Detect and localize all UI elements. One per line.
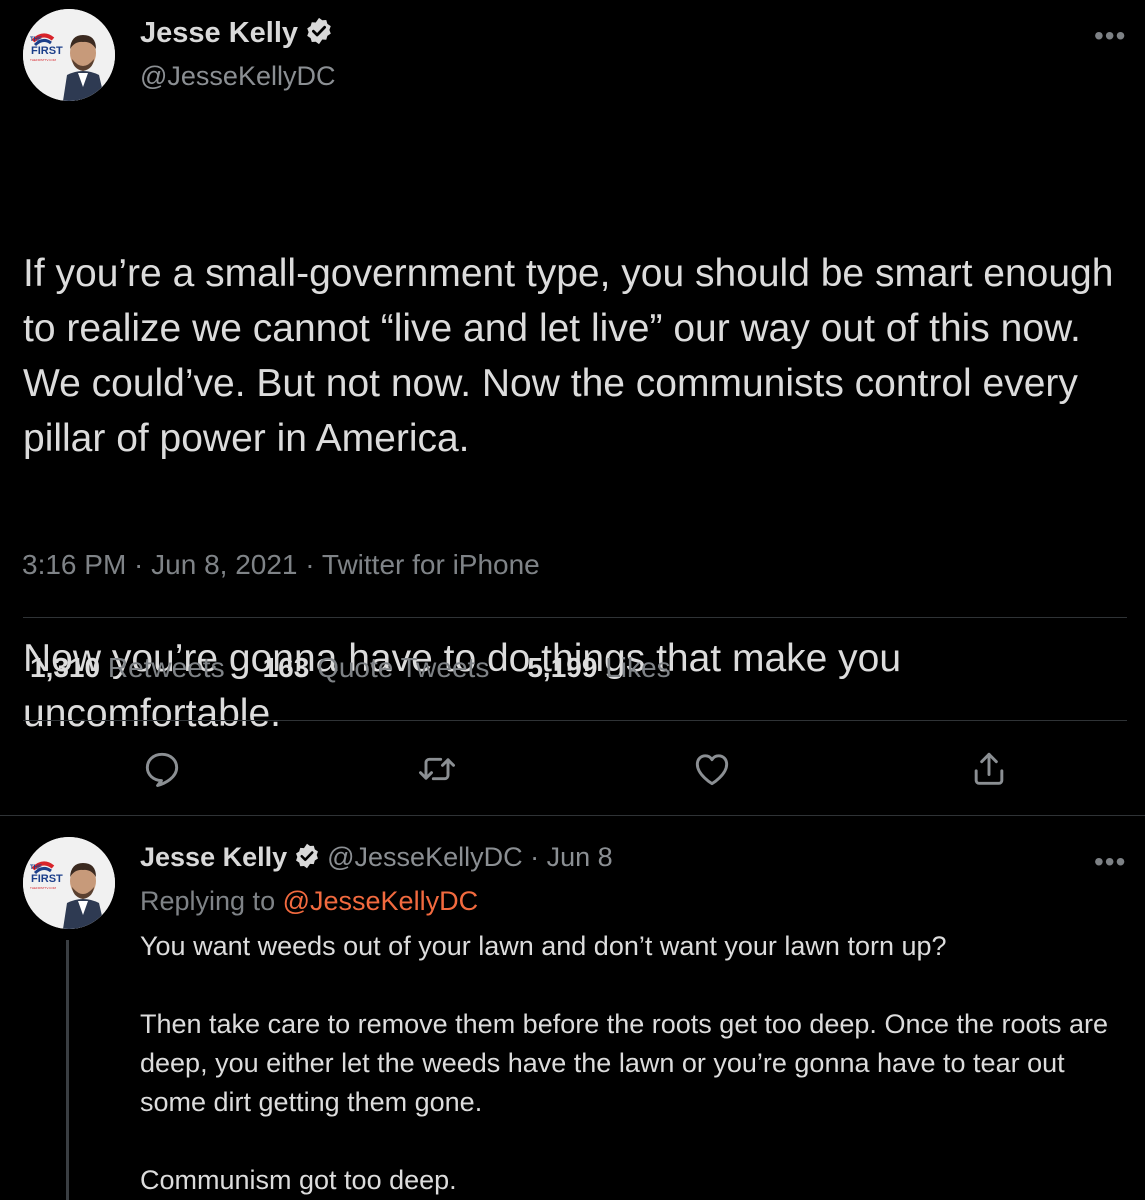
quote-tweets-stat[interactable]: 163 Quote Tweets <box>263 652 490 684</box>
quote-tweets-count: 163 <box>262 652 310 683</box>
logo-line-1: THE <box>30 865 42 871</box>
author-block[interactable]: Jesse Kelly @JesseKellyDC <box>140 16 335 92</box>
reply-author-avatar[interactable]: THE FIRST THEFIRSTTV.COM <box>23 837 115 929</box>
quote-tweets-label: Quote Tweets <box>317 652 490 683</box>
divider <box>23 617 1127 618</box>
reply-icon[interactable] <box>140 747 184 791</box>
retweets-count: 1,310 <box>30 652 101 683</box>
thread-line <box>66 940 69 1200</box>
logo-line-3: THEFIRSTTV.COM <box>30 58 57 62</box>
engagement-stats: 1,310 Retweets 163 Quote Tweets 5,199 Like… <box>30 652 709 684</box>
logo-line-3: THEFIRSTTV.COM <box>30 886 57 890</box>
logo-line-1: THE <box>30 37 42 43</box>
tweet-text: If you’re a small-government type, you s… <box>23 136 1133 796</box>
author-avatar[interactable]: THE FIRST THEFIRSTTV.COM <box>23 9 115 101</box>
tweet-paragraph: Now you’re gonna have to do things that … <box>23 637 912 735</box>
reply-author-name[interactable]: Jesse Kelly <box>140 842 287 872</box>
retweets-label: Retweets <box>107 652 225 683</box>
tweet-paragraph: If you’re a small-government type, you s… <box>23 252 1125 460</box>
reply-paragraph: Communism got too deep. <box>140 1165 457 1195</box>
retweet-icon[interactable] <box>415 747 459 791</box>
logo-line-2: FIRST <box>31 873 63 885</box>
replying-prefix: Replying to <box>140 886 276 916</box>
divider <box>0 815 1145 816</box>
reply-paragraph: You want weeds out of your lawn and don’… <box>140 931 947 961</box>
replying-mention-link[interactable]: @JesseKellyDC <box>283 886 478 916</box>
like-icon[interactable] <box>690 747 734 791</box>
reply-handle-date[interactable]: @JesseKellyDC · Jun 8 <box>327 842 613 872</box>
author-name[interactable]: Jesse Kelly <box>140 17 298 49</box>
likes-label: Likes <box>605 652 671 683</box>
likes-stat[interactable]: 5,199 Likes <box>527 652 670 684</box>
verified-badge-icon <box>304 16 334 51</box>
reply-paragraph: Then take care to remove them before the… <box>140 1009 1109 1117</box>
divider <box>23 720 1127 721</box>
replying-to: Replying to @JesseKellyDC <box>140 886 478 917</box>
reply-text: You want weeds out of your lawn and don’… <box>140 927 1130 1200</box>
retweets-stat[interactable]: 1,310 Retweets <box>30 652 225 684</box>
verified-badge-icon <box>293 842 321 877</box>
share-icon[interactable] <box>967 747 1011 791</box>
more-options-icon[interactable]: ••• <box>1094 22 1126 50</box>
logo-line-2: FIRST <box>31 45 63 57</box>
reply-more-options-icon[interactable]: ••• <box>1094 848 1126 876</box>
likes-count: 5,199 <box>527 652 598 683</box>
author-handle[interactable]: @JesseKellyDC <box>140 61 335 92</box>
tweet-timestamp[interactable]: 3:16 PM · Jun 8, 2021 · Twitter for iPho… <box>22 549 540 581</box>
reply-header: Jesse Kelly @JesseKellyDC · Jun 8 <box>140 842 613 877</box>
